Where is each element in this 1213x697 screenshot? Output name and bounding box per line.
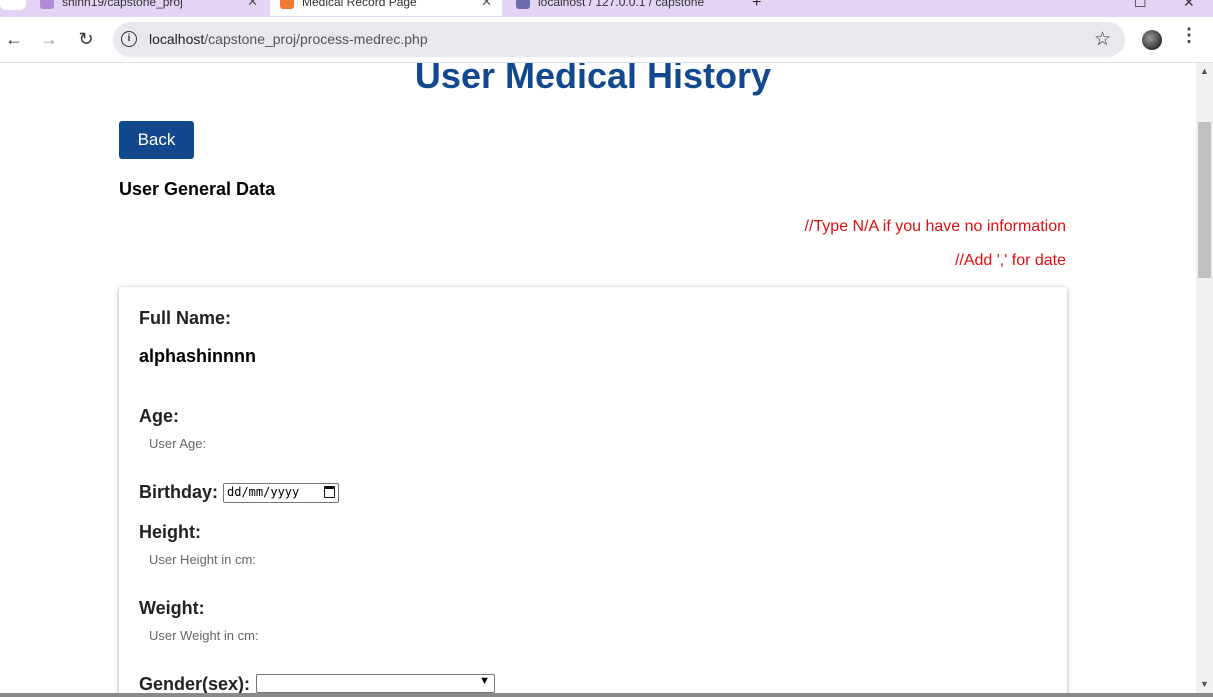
maximize-icon[interactable]: ☐ [1134,0,1147,11]
height-label: Height: [139,522,201,542]
tab-title: shinn19/capstone_proj [62,0,183,9]
url-host: localhost [149,31,205,47]
note-date: //Add ',' for date [954,252,1066,269]
tab-strip: shinn19/capstone_proj ✕ Medical Record P… [0,0,1213,17]
new-tab-icon[interactable]: + [752,0,761,12]
height-hint: User Height in cm: [149,552,256,567]
address-bar[interactable]: i localhost/capstone_proj/process-medrec… [113,22,1125,57]
forward-arrow-icon[interactable]: → [37,27,61,51]
full-name-value: alphashinnnn [139,346,256,366]
close-window-icon[interactable]: ✕ [1183,0,1195,11]
weight-label: Weight: [139,598,205,618]
browser-toolbar: ← → ↻ i localhost/capstone_proj/process-… [0,17,1213,63]
profile-avatar[interactable] [1142,30,1162,50]
phpmyadmin-favicon-icon [516,0,530,9]
tab-title: localhost / 127.0.0.1 / capstone [538,0,705,9]
back-button[interactable]: Back [119,121,194,159]
back-arrow-icon[interactable]: ← [2,27,26,51]
note-na: //Type N/A if you have no information [804,218,1066,235]
close-icon[interactable]: ✕ [481,0,492,10]
general-data-card: Full Name: alphashinnnn Age: User Age: B… [119,287,1067,693]
scroll-down-arrow-icon[interactable]: ▼ [1196,676,1213,693]
scrollbar-thumb[interactable] [1198,122,1211,278]
age-hint: User Age: [149,436,207,451]
reload-icon[interactable]: ↻ [74,27,98,51]
url-path: /capstone_proj/process-medrec.php [204,31,428,47]
page-viewport: User Medical History Back User General D… [0,63,1196,693]
browser-menu-icon[interactable]: ⋮ [1180,25,1198,46]
page-scrollbar[interactable]: ▲ ▼ [1196,63,1213,693]
url-text[interactable]: localhost/capstone_proj/process-medrec.p… [149,31,428,47]
bookmark-star-icon[interactable]: ☆ [1094,28,1111,51]
xampp-favicon-icon [280,0,294,9]
calendar-icon[interactable] [324,486,335,498]
page-title: User Medical History [414,63,772,96]
site-info-icon[interactable]: i [121,31,137,47]
gender-select[interactable]: ▼ [256,674,495,693]
birthday-date-input[interactable]: dd/mm/yyyy [223,483,339,503]
birthday-placeholder: dd/mm/yyyy [227,485,300,499]
birthday-label: Birthday: [139,482,219,502]
taskbar-edge [0,693,1213,697]
tab-medical-record[interactable]: Medical Record Page ✕ [270,0,502,16]
tab-search-button[interactable] [0,0,26,10]
full-name-label: Full Name: [139,308,232,328]
tab-title: Medical Record Page [302,0,417,9]
gender-label: Gender(sex): [139,674,251,693]
weight-hint: User Weight in cm: [149,628,259,643]
tab-github[interactable]: shinn19/capstone_proj ✕ [30,0,268,16]
chevron-down-icon: ▼ [479,675,490,687]
github-favicon-icon [40,0,54,9]
section-title: User General Data [119,179,276,199]
age-label: Age: [139,406,179,426]
close-icon[interactable]: ✕ [247,0,258,10]
scroll-up-arrow-icon[interactable]: ▲ [1196,63,1213,80]
tab-phpmyadmin[interactable]: localhost / 127.0.0.1 / capstone [506,0,742,16]
